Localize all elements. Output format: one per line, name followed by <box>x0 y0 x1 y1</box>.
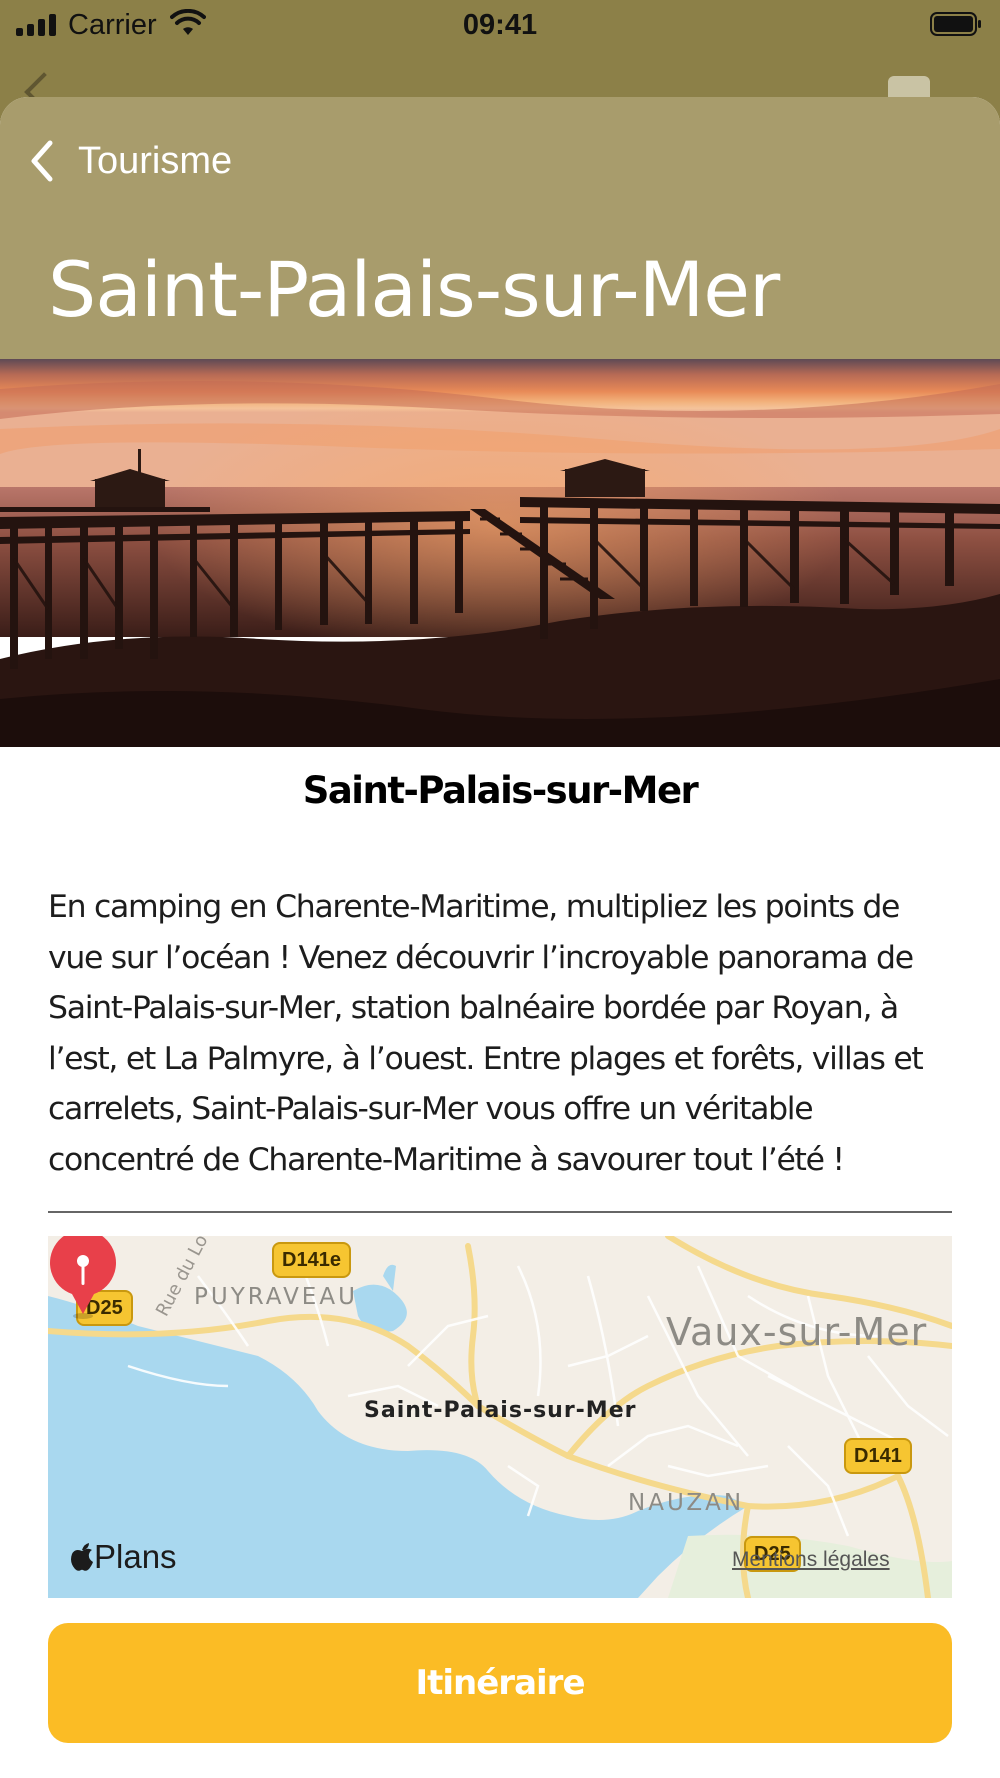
legal-notice-link[interactable]: Mentions légales <box>732 1548 890 1572</box>
location-map[interactable]: D141e D25 D141 D25 Rue du Lo PUYRAVEAU V… <box>48 1236 952 1598</box>
apple-maps-label: Plans <box>94 1538 177 1575</box>
page-title: Saint-Palais-sur-Mer <box>48 245 780 334</box>
itinerary-button[interactable]: Itinéraire <box>48 1623 952 1743</box>
map-pin-icon[interactable] <box>48 1236 118 1320</box>
apple-logo-icon <box>71 1543 93 1571</box>
place-label-saint-palais: Saint-Palais-sur-Mer <box>364 1398 637 1423</box>
place-label-vaux-sur-mer: Vaux-sur-Mer <box>666 1310 928 1354</box>
hero-image <box>0 359 1000 747</box>
detail-sheet: Tourisme Saint-Palais-sur-Mer Saint-Pala… <box>0 97 1000 1778</box>
content-title: Saint-Palais-sur-Mer <box>302 769 699 812</box>
description-text: En camping en Charente-Maritime, multipl… <box>48 889 924 1178</box>
place-label-puyraveau: PUYRAVEAU <box>194 1284 358 1310</box>
back-button-label: Tourisme <box>78 139 233 182</box>
status-bar: Carrier 09:41 <box>0 0 1000 52</box>
apple-maps-logo: Plans <box>70 1538 177 1576</box>
sheet-header: Tourisme Saint-Palais-sur-Mer <box>0 97 1000 359</box>
divider <box>48 1211 952 1213</box>
road-badge-d141: D141 <box>844 1438 912 1474</box>
clock: 09:41 <box>462 9 538 41</box>
place-label-nauzan: NAUZAN <box>628 1490 745 1516</box>
back-button[interactable]: Tourisme <box>26 133 232 189</box>
chevron-left-icon <box>31 140 53 182</box>
battery-icon <box>930 12 981 36</box>
road-badge-d141e: D141e <box>272 1242 351 1278</box>
